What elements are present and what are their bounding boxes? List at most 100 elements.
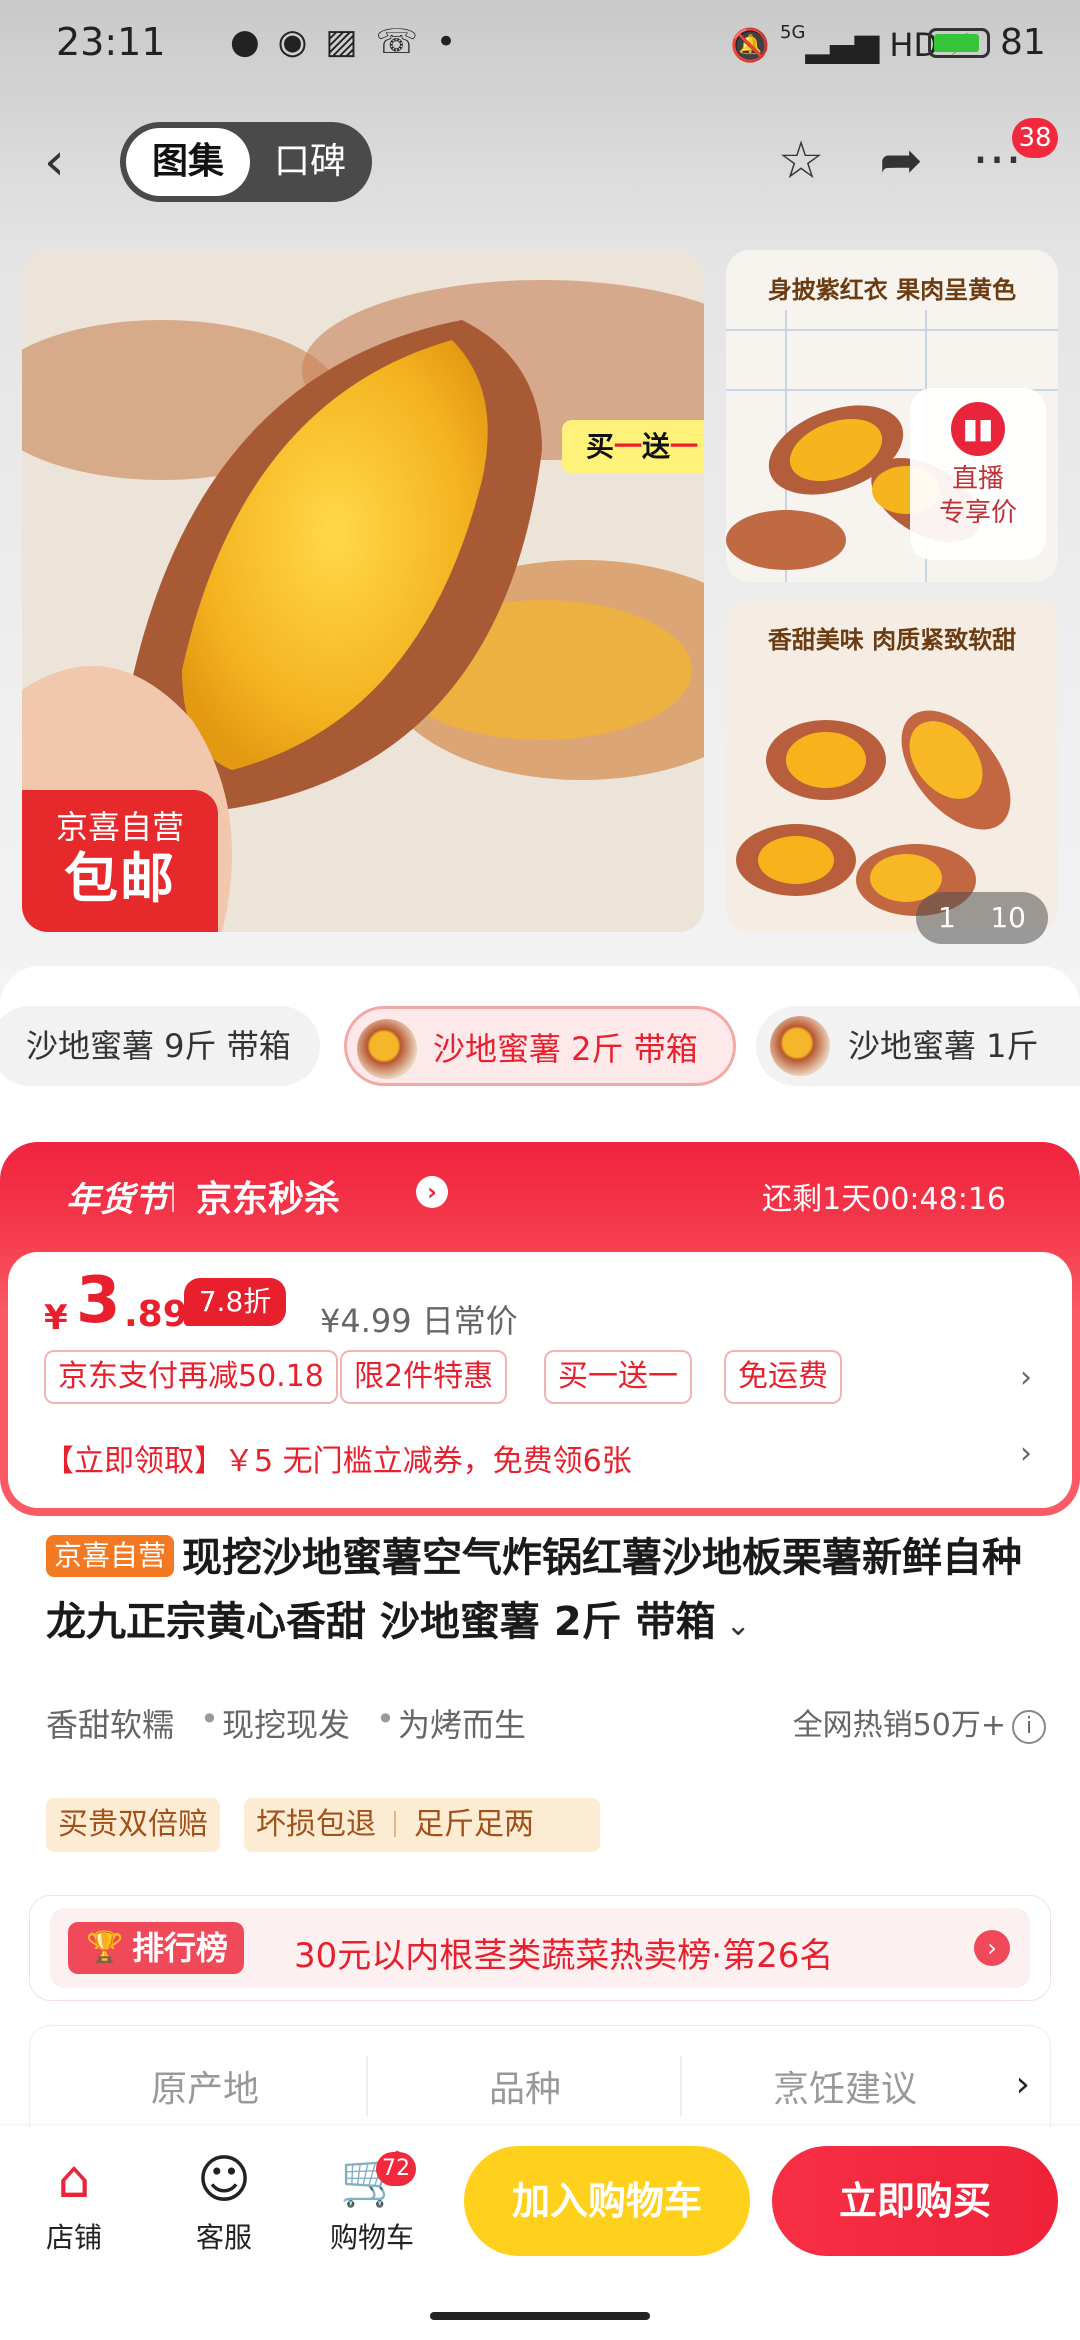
- chevron-right-icon[interactable]: ›: [1020, 1360, 1032, 1395]
- hot-sales-info[interactable]: 全网热销50万+ i: [793, 1700, 1046, 1744]
- divider: [680, 2056, 682, 2116]
- bullet: •: [376, 1700, 395, 1738]
- image-counter-total: 10: [990, 901, 1026, 934]
- ranking-text: 30元以内根茎类蔬菜热卖榜·第26名: [294, 1936, 834, 1976]
- chevron-right-icon: ›: [974, 1930, 1010, 1966]
- chevron-right-icon[interactable]: ›: [1020, 1436, 1032, 1471]
- live-line2: 专享价: [938, 498, 1017, 528]
- battery-level: 81: [1000, 22, 1046, 63]
- favorite-button[interactable]: ☆: [766, 126, 836, 196]
- buy-now-button[interactable]: 立即购买: [772, 2146, 1058, 2256]
- chat-bubble-icon: ●: [230, 22, 278, 62]
- promo-badge-line1: 京喜自营: [55, 808, 184, 846]
- chevron-right-icon[interactable]: ›: [1016, 2064, 1030, 2105]
- price-panel: ¥ 3 .89 7.8折 ¥4.99 日常价 京东支付再减50.18 限2件特惠…: [8, 1252, 1072, 1508]
- service-label: 客服: [195, 2221, 252, 2254]
- nav-bar: ‹ 图集 口碑 ☆ ➦ ··· 38: [0, 110, 1080, 214]
- image-counter-current: 1: [938, 901, 956, 934]
- coupon-offer[interactable]: 【立即领取】￥5 无门槛立减券，免费领6张: [44, 1436, 632, 1480]
- ranking-label-text: 排行榜: [132, 1929, 229, 1967]
- chevron-left-icon: ‹: [44, 132, 65, 192]
- chevron-right-icon[interactable]: ›: [416, 1176, 448, 1208]
- live-line1: 直播: [951, 464, 1004, 494]
- status-bar: 23:11 ●◉▨☏• 🔕 5G▂▄▆ HD ⚡ 81: [0, 0, 1080, 96]
- bottom-action-bar: ⌂ 店铺 ☺ 客服 🛒 购物车 72 加入购物车 立即购买: [0, 2126, 1080, 2340]
- store-label: 店铺: [45, 2221, 102, 2254]
- discount-badge: 7.8折: [184, 1278, 286, 1326]
- countdown-timer: 还剩1天00:48:16: [762, 1182, 1006, 1217]
- main-product-image[interactable]: 买一送一 京喜自营 包邮: [22, 250, 704, 932]
- divider: [366, 2056, 368, 2116]
- bullet: •: [200, 1700, 219, 1738]
- ranking-bar[interactable]: 🏆 排行榜 30元以内根茎类蔬菜热卖榜·第26名 ›: [30, 1896, 1050, 2000]
- product-sheet: 沙地蜜薯 9斤 带箱 沙地蜜薯 2斤 带箱 沙地蜜薯 1斤 年货节 京东秒杀 ›…: [0, 966, 1080, 2186]
- image-counter: 1 10: [916, 892, 1048, 944]
- product-title-block[interactable]: 京喜自营 现挖沙地蜜薯空气炸锅红薯沙地板栗薯新鲜自种龙九正宗黄心香甜 沙地蜜薯 2…: [46, 1526, 1036, 1654]
- share-icon: ➦: [879, 131, 923, 191]
- hot-sales-text: 全网热销50万+: [792, 1708, 1006, 1743]
- attr-variety: 品种: [488, 2069, 561, 2110]
- thumb-2-caption: 香甜美味 肉质紧致软甜: [767, 626, 1017, 654]
- store-button[interactable]: ⌂ 店铺: [14, 2144, 134, 2256]
- sku-option-2jin[interactable]: 沙地蜜薯 2斤 带箱: [344, 1006, 736, 1086]
- gallery-review-switch: 图集 口碑: [120, 122, 372, 202]
- network-label: 5G: [780, 22, 806, 43]
- product-title: 现挖沙地蜜薯空气炸锅红薯沙地板栗薯新鲜自种龙九正宗黄心香甜 沙地蜜薯 2斤 带箱: [46, 1535, 1023, 1645]
- self-operated-badge: 京喜自营: [46, 1535, 175, 1577]
- sku-option-9jin[interactable]: 沙地蜜薯 9斤 带箱: [0, 1006, 320, 1086]
- guarantee-chip: 买贵双倍赔: [46, 1798, 220, 1852]
- divider: [394, 1811, 396, 1837]
- message-icon: ◉: [277, 22, 326, 62]
- promo-tag: 限2件特惠: [340, 1350, 508, 1404]
- sku-selector: 沙地蜜薯 9斤 带箱 沙地蜜薯 2斤 带箱 沙地蜜薯 1斤: [0, 1006, 1080, 1090]
- tab-gallery[interactable]: 图集: [126, 128, 250, 196]
- thumbnail-image-2[interactable]: 香甜美味 肉质紧致软甜: [726, 600, 1058, 932]
- notification-badge: 38: [1012, 118, 1058, 158]
- customer-service-button[interactable]: ☺ 客服: [164, 2144, 284, 2256]
- feature-item: 现挖现发: [222, 1706, 351, 1744]
- price-decimal: .89: [124, 1294, 188, 1335]
- tab-reviews[interactable]: 口碑: [254, 128, 366, 196]
- info-icon: i: [1012, 1710, 1046, 1744]
- guarantee-chip: 坏损包退: [256, 1807, 376, 1842]
- live-stream-icon: ▮▮: [951, 402, 1005, 456]
- cart-icon: 🛒: [339, 2150, 405, 2210]
- signal-icon: ▂▄▆: [805, 26, 880, 64]
- top-area: 23:11 ●◉▨☏• 🔕 5G▂▄▆ HD ⚡ 81 ‹ 图集 口碑 ☆ ➦ …: [0, 0, 1080, 970]
- mute-icon: 🔕: [730, 26, 770, 64]
- festival-label: 年货节: [66, 1180, 168, 1220]
- share-button[interactable]: ➦: [866, 126, 936, 196]
- divider: [172, 1182, 174, 1212]
- cart-button[interactable]: 🛒 购物车 72: [312, 2144, 432, 2256]
- original-price: ¥4.99 日常价: [320, 1302, 518, 1340]
- status-time: 23:11: [56, 20, 166, 64]
- dot-icon: •: [436, 22, 475, 62]
- attr-cooking: 烹饪建议: [772, 2069, 917, 2110]
- notification-icons: ●◉▨☏•: [230, 22, 474, 62]
- thumb-1-caption: 身披紫红衣 果肉呈黄色: [767, 276, 1017, 304]
- promo-tag: 京东支付再减50.18: [44, 1350, 338, 1404]
- image-icon: ▨: [325, 22, 376, 62]
- currency-symbol: ¥: [44, 1298, 68, 1338]
- ranking-label: 🏆 排行榜: [68, 1922, 245, 1974]
- cart-count-badge: 72: [376, 2152, 416, 2186]
- add-to-cart-button[interactable]: 加入购物车: [464, 2146, 750, 2256]
- feature-item: 为烤而生: [398, 1706, 527, 1744]
- attr-origin: 原产地: [150, 2069, 259, 2110]
- free-shipping-badge: 京喜自营 包邮: [22, 790, 218, 932]
- trophy-icon: 🏆: [86, 1930, 124, 1965]
- home-indicator[interactable]: [430, 2312, 650, 2320]
- flash-sale-brand[interactable]: 京东秒杀: [196, 1170, 340, 1222]
- sku-thumb-image: [770, 1016, 830, 1076]
- flash-sale-header: 年货节 京东秒杀 › 还剩1天00:48:16: [0, 1142, 1080, 1246]
- flash-sale-card: 年货节 京东秒杀 › 还剩1天00:48:16 ¥ 3 .89 7.8折 ¥4.…: [0, 1142, 1080, 1516]
- promo-badge-line2: 包邮: [64, 847, 176, 910]
- sku-option-1jin[interactable]: 沙地蜜薯 1斤: [756, 1006, 1080, 1086]
- feature-row: 香甜软糯 • 现挖现发 • 为烤而生 全网热销50万+ i: [46, 1700, 1046, 1750]
- live-price-card[interactable]: ▮▮ 直播 专享价: [910, 388, 1046, 560]
- chevron-down-icon[interactable]: ⌄: [726, 1608, 751, 1643]
- guarantee-chip: 足斤足两: [414, 1807, 534, 1842]
- sku-option-label: 沙地蜜薯 1斤: [848, 1027, 1039, 1065]
- back-button[interactable]: ‹: [44, 130, 104, 194]
- cart-label: 购物车: [329, 2221, 414, 2254]
